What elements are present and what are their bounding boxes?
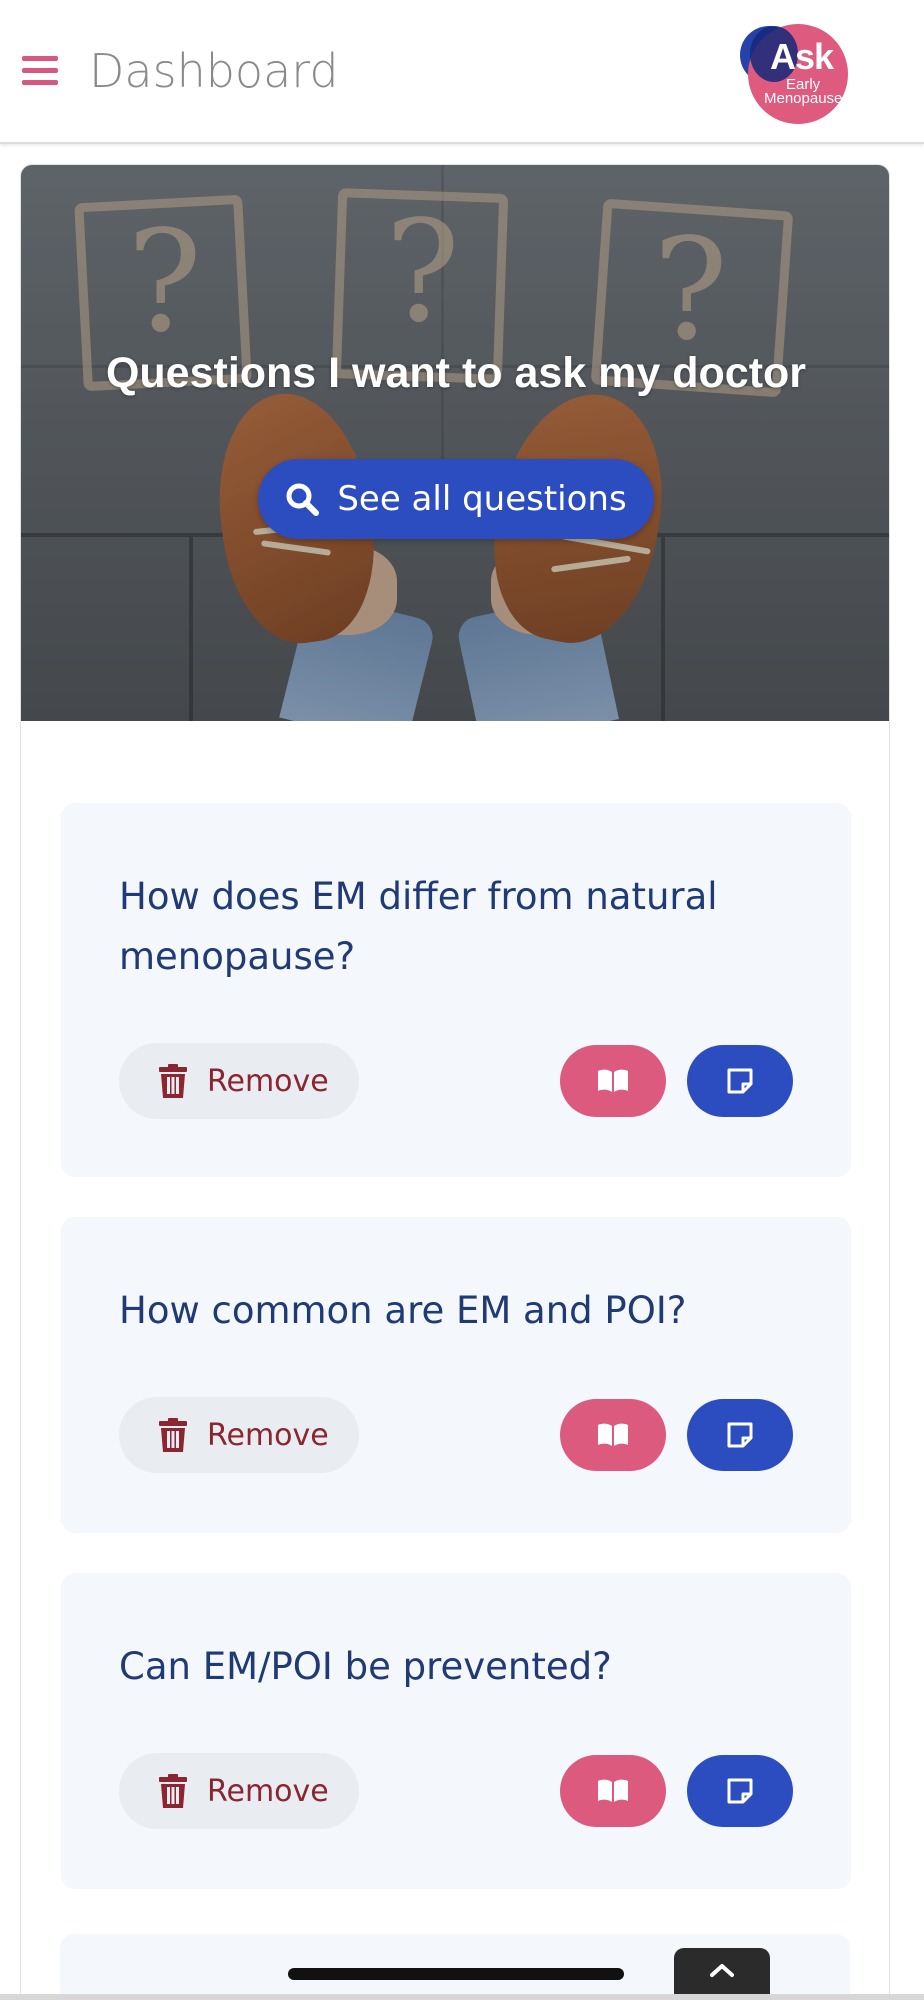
search-icon: [286, 483, 320, 516]
add-note-button[interactable]: [687, 1399, 793, 1471]
remove-label: Remove: [207, 1417, 329, 1453]
question-text: How common are EM and POI?: [119, 1289, 687, 1332]
remove-label: Remove: [207, 1773, 329, 1809]
question-text: How does EM differ from natural menopaus…: [119, 875, 718, 978]
trash-icon: [159, 1418, 187, 1452]
remove-button[interactable]: Remove: [119, 1753, 359, 1829]
sticky-note-icon: [727, 1778, 753, 1804]
read-more-button[interactable]: [560, 1399, 666, 1471]
trash-icon: [159, 1064, 187, 1098]
read-more-button[interactable]: [560, 1045, 666, 1117]
add-note-button[interactable]: [687, 1045, 793, 1117]
hero-banner: ? ? ? Questions I want to ask my doctor …: [21, 165, 889, 721]
see-all-questions-button[interactable]: See all questions: [258, 459, 654, 539]
book-open-icon: [598, 1423, 628, 1446]
ask-early-menopause-logo[interactable]: Ask Early Menopause: [738, 22, 850, 124]
questions-card: ? ? ? Questions I want to ask my doctor …: [20, 164, 890, 2000]
read-more-button[interactable]: [560, 1755, 666, 1827]
home-indicator[interactable]: [288, 1968, 624, 1980]
book-open-icon: [598, 1779, 628, 1802]
remove-label: Remove: [207, 1063, 329, 1099]
sticky-note-icon: [727, 1068, 753, 1094]
bottom-edge: [0, 1994, 924, 2000]
logo-line-2: Menopause: [764, 90, 843, 107]
chevron-up-icon: [710, 1964, 734, 1977]
question-text: Can EM/POI be prevented?: [119, 1645, 612, 1688]
book-open-icon: [598, 1069, 628, 1092]
scroll-to-top-button[interactable]: [674, 1948, 770, 2000]
add-note-button[interactable]: [687, 1755, 793, 1827]
question-card: Can EM/POI be prevented? Remove: [61, 1573, 851, 1889]
page-title: Dashboard: [89, 44, 339, 98]
sticky-note-icon: [727, 1422, 753, 1448]
remove-button[interactable]: Remove: [119, 1043, 359, 1119]
remove-button[interactable]: Remove: [119, 1397, 359, 1473]
trash-icon: [159, 1774, 187, 1808]
logo-word: Ask: [770, 36, 834, 77]
hamburger-menu-icon[interactable]: [22, 56, 58, 86]
app-header: Dashboard Ask Early Menopause: [0, 0, 924, 144]
question-card: How common are EM and POI? Remove: [61, 1217, 851, 1533]
see-all-questions-label: See all questions: [337, 479, 627, 519]
hero-title: Questions I want to ask my doctor: [105, 349, 807, 397]
question-card: How does EM differ from natural menopaus…: [61, 803, 851, 1177]
